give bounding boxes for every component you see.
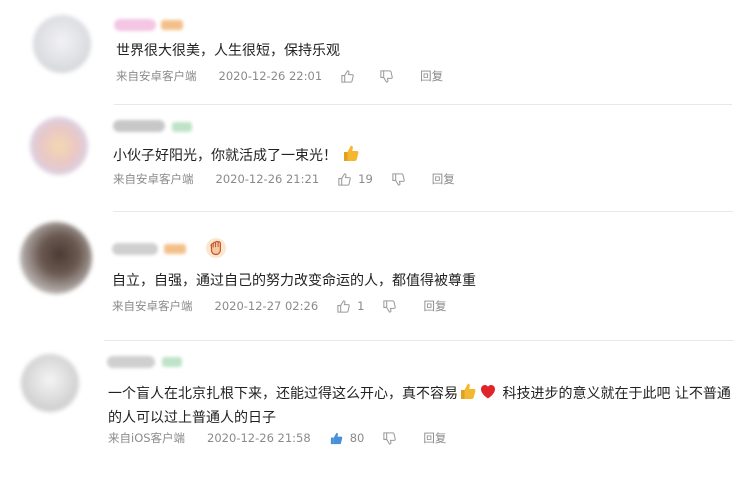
- like-button[interactable]: 19: [337, 172, 373, 187]
- timestamp: 2020-12-26 21:58: [207, 431, 311, 445]
- divider: [113, 211, 733, 212]
- thumbs-down-icon: [383, 431, 397, 445]
- divider: [114, 104, 732, 105]
- thumbs-down-icon: [380, 69, 393, 83]
- comment-text: 一个盲人在北京扎根下来，还能过得这么开心，真不容易 科技进步的意义就在于此吧 让…: [108, 381, 738, 429]
- client-source: 来自安卓客户端: [113, 172, 194, 186]
- dislike-button[interactable]: [391, 172, 406, 187]
- like-count: 80: [349, 431, 365, 445]
- client-source: 来自安卓客户端: [116, 69, 197, 83]
- level-badge: [164, 244, 186, 254]
- level-badge: [162, 357, 182, 367]
- comment-text-body: 小伙子好阳光，你就活成了一束光！: [113, 148, 337, 164]
- timestamp: 2020-12-26 22:01: [218, 69, 323, 83]
- comment-text: 自立，自强，通过自己的努力改变命运的人，都值得被尊重: [112, 273, 476, 289]
- reply-button[interactable]: 回复: [423, 298, 446, 314]
- timestamp: 2020-12-27 02:26: [214, 299, 319, 313]
- like-count: 19: [358, 172, 373, 186]
- thumbs-up-icon: [338, 172, 351, 186]
- divider: [104, 340, 734, 341]
- comment-text: 世界很大很美，人生很短，保持乐观: [116, 43, 340, 59]
- like-button[interactable]: [340, 69, 361, 84]
- thumbs-up-emoji-icon: [458, 381, 478, 408]
- reply-button[interactable]: 回复: [432, 171, 455, 187]
- comment-text: 小伙子好阳光，你就活成了一束光！: [113, 143, 361, 170]
- raised-fist-emoji-icon: [205, 237, 227, 263]
- timestamp: 2020-12-26 21:21: [215, 172, 320, 186]
- avatar[interactable]: [20, 222, 92, 294]
- thumbs-up-emoji-icon: [341, 143, 361, 170]
- username[interactable]: [112, 243, 158, 255]
- comment-meta: 来自安卓客户端 2020-12-27 02:26 1 回复: [112, 298, 446, 314]
- level-badge: [172, 122, 192, 132]
- thumbs-down-icon: [392, 172, 405, 186]
- like-count: 1: [357, 299, 365, 313]
- comment-meta: 来自安卓客户端 2020-12-26 21:21 19 回复: [113, 171, 455, 187]
- avatar[interactable]: [21, 354, 79, 412]
- red-heart-emoji-icon: [478, 381, 498, 408]
- comment-meta: 来自iOS客户端 2020-12-26 21:58 80 回复: [108, 430, 446, 446]
- reply-button[interactable]: 回复: [420, 68, 443, 84]
- thumbs-up-icon: [337, 299, 350, 313]
- thumbs-up-icon: [330, 432, 342, 444]
- dislike-button[interactable]: [382, 299, 397, 314]
- comment-text-line-1: 一个盲人在北京扎根下来，还能过得这么开心，真不容易 科技进步的意义就在于此吧 让…: [108, 381, 738, 408]
- avatar[interactable]: [30, 117, 88, 175]
- dislike-button[interactable]: [382, 431, 397, 446]
- client-source: 来自安卓客户端: [112, 299, 193, 313]
- dislike-button[interactable]: [379, 69, 394, 84]
- avatar[interactable]: [33, 15, 91, 73]
- like-button[interactable]: 1: [336, 299, 364, 314]
- client-source: 来自iOS客户端: [108, 431, 186, 445]
- comment-text-part-2: 科技进步的意义就在于此吧 让不普通: [498, 386, 731, 402]
- reply-button[interactable]: 回复: [423, 430, 446, 446]
- thumbs-down-icon: [383, 299, 397, 313]
- level-badge: [161, 20, 183, 30]
- comment-meta: 来自安卓客户端 2020-12-26 22:01 回复: [116, 68, 443, 84]
- like-button[interactable]: 80: [329, 431, 365, 446]
- comment-text-line-2: 的人可以过上普通人的日子: [108, 410, 276, 426]
- comment-text-part-1: 一个盲人在北京扎根下来，还能过得这么开心，真不容易: [108, 386, 458, 402]
- username[interactable]: [113, 120, 165, 132]
- thumbs-up-icon: [341, 69, 354, 83]
- username[interactable]: [114, 19, 156, 31]
- username[interactable]: [107, 356, 155, 368]
